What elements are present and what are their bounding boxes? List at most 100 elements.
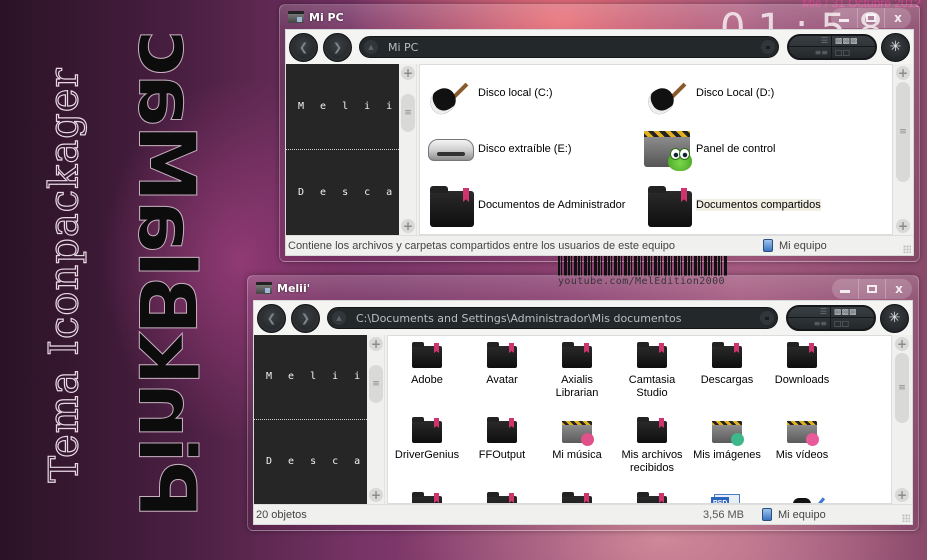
scroll-up-button[interactable]: + [401,66,415,80]
scroll-thumb[interactable]: ≡ [401,94,415,132]
scroll-down-button[interactable]: + [895,488,909,502]
folder-item[interactable]: Mi música [542,413,612,462]
dark-folder-icon [617,488,687,503]
window-folder-icon [288,11,304,23]
folder-item[interactable]: FFOutput [467,413,537,462]
forward-button[interactable]: ❯ [291,303,320,333]
window-controls: x [832,279,912,299]
view-icons-icon[interactable]: ▩▩▩ [831,307,874,318]
close-button[interactable]: x [886,279,912,299]
folder-item[interactable]: DriverGenius [392,413,462,462]
folder-item[interactable]: PSD [692,488,762,503]
toolbar: ❮ ❯ ▲ C:\Documents and Settings\Administ… [254,301,912,335]
item-documentos-administrador[interactable]: Documentos de Administrador [424,181,625,229]
item-label: Disco local (C:) [478,87,553,99]
folder-item[interactable]: Mis imágenes [692,413,762,462]
address-bar[interactable]: ▲ C:\Documents and Settings\Administrado… [327,307,778,329]
folder-item[interactable] [542,488,612,503]
scroll-down-button[interactable]: + [401,219,415,233]
folder-item[interactable] [467,488,537,503]
scroll-up-button[interactable]: + [369,337,383,351]
maximize-button[interactable] [858,8,885,28]
folder-item[interactable]: Avatar [467,338,537,387]
view-details-icon[interactable]: ☰ [789,36,832,47]
options-button[interactable]: ✳ [881,32,910,62]
back-button[interactable]: ❮ [257,303,286,333]
item-panel-control[interactable]: Panel de control [642,125,776,173]
item-disco-c[interactable]: Disco local (C:) [424,69,553,118]
folder-item[interactable]: Mis vídeos [767,413,837,462]
folder-item[interactable] [767,488,837,503]
main-scrollbar[interactable]: + ≡ + [892,335,912,504]
ink-bottle-icon [767,488,837,503]
scroll-up-button[interactable]: + [896,66,910,80]
folder-item[interactable] [392,488,462,503]
view-list-icon[interactable]: ≡≡ [789,47,832,58]
address-text[interactable]: C:\Documents and Settings\Administrador\… [356,312,681,325]
item-documentos-compartidos[interactable]: Documentos compartidos [642,181,821,229]
scroll-down-button[interactable]: + [896,219,910,233]
resize-grip[interactable] [902,514,910,522]
minimize-button[interactable] [832,279,859,299]
go-button[interactable] [761,40,775,54]
dark-folder-icon [542,338,612,374]
item-label: Adobe [411,374,443,386]
titlebar[interactable]: Mi PC [280,5,919,29]
folder-item[interactable]: Camtasia Studio [617,338,687,400]
folder-item[interactable]: Mis archivos recibidos [617,413,687,475]
scroll-down-button[interactable]: + [369,488,383,502]
back-button[interactable]: ❮ [289,32,318,62]
dark-folder-icon [467,488,537,503]
status-size: 3,56 MB [703,508,744,521]
item-label: DriverGenius [394,449,460,461]
sidebar-item-descargas[interactable]: D e s c a r g a s [254,420,448,505]
desktop-side-title: Tema Iconpackager [40,60,90,490]
titlebar[interactable]: Melii' [248,276,918,300]
sidebar-item-melii[interactable]: M e l i i i [254,335,382,420]
resize-grip[interactable] [903,245,911,253]
go-button[interactable] [760,311,774,325]
view-tiles-icon[interactable]: □□ [831,318,874,329]
zone-label: Mi equipo [779,239,827,252]
forward-button[interactable]: ❯ [323,32,352,62]
view-details-icon[interactable]: ☰ [788,307,831,318]
sidebar-scrollbar[interactable]: + ≡ + [399,64,417,235]
folder-item[interactable]: Descargas [692,338,762,387]
folder-item[interactable]: Axialis Librarian [542,338,612,400]
item-label: Camtasia Studio [628,374,676,399]
item-label: Mis imágenes [693,449,761,461]
chevron-left-icon: ❮ [298,40,309,54]
minimize-button[interactable] [831,8,858,28]
toolbar: ❮ ❯ ▲ Mi PC ☰ ▩▩▩ ≡≡ □□ ✳ [286,30,913,64]
address-bar[interactable]: ▲ Mi PC [359,36,779,58]
scroll-thumb[interactable]: ≡ [895,353,909,423]
view-list-icon[interactable]: ≡≡ [788,318,831,329]
scroll-up-button[interactable]: + [895,337,909,351]
up-folder-icon[interactable]: ▲ [332,311,346,325]
status-zone: Mi equipo [762,508,912,521]
address-text[interactable]: Mi PC [388,41,418,54]
main-scrollbar[interactable]: + ≡ + [893,64,913,235]
sidebar-scrollbar[interactable]: + ≡ + [367,335,385,504]
scroll-thumb[interactable]: ≡ [896,82,910,182]
item-label: Descargas [700,374,754,386]
up-folder-icon[interactable]: ▲ [364,40,378,54]
status-bar: Contiene los archivos y carpetas compart… [286,235,913,255]
options-button[interactable]: ✳ [880,303,909,333]
folder-item[interactable] [617,488,687,503]
scroll-thumb[interactable]: ≡ [369,365,383,403]
status-zone: Mi equipo [763,239,913,252]
sidebar-item-descargas[interactable]: D e s c a r g a s [286,150,480,236]
sidebar-item-melii[interactable]: M e l i i i [286,64,414,150]
item-disco-e[interactable]: Disco extraíble (E:) [424,125,572,173]
view-icons-icon[interactable]: ▩▩▩ [832,36,875,47]
dark-folder-icon [642,181,694,229]
maximize-button[interactable] [859,279,886,299]
folder-item[interactable]: Adobe [392,338,462,387]
folder-item[interactable]: Downloads [767,338,837,387]
window-client: ❮ ❯ ▲ Mi PC ☰ ▩▩▩ ≡≡ □□ ✳ M e l i i i D … [285,29,914,256]
view-tiles-icon[interactable]: □□ [832,47,875,58]
item-disco-d[interactable]: Disco Local (D:) [642,69,774,118]
close-button[interactable]: x [885,8,911,28]
videos-folder-icon [767,413,837,449]
